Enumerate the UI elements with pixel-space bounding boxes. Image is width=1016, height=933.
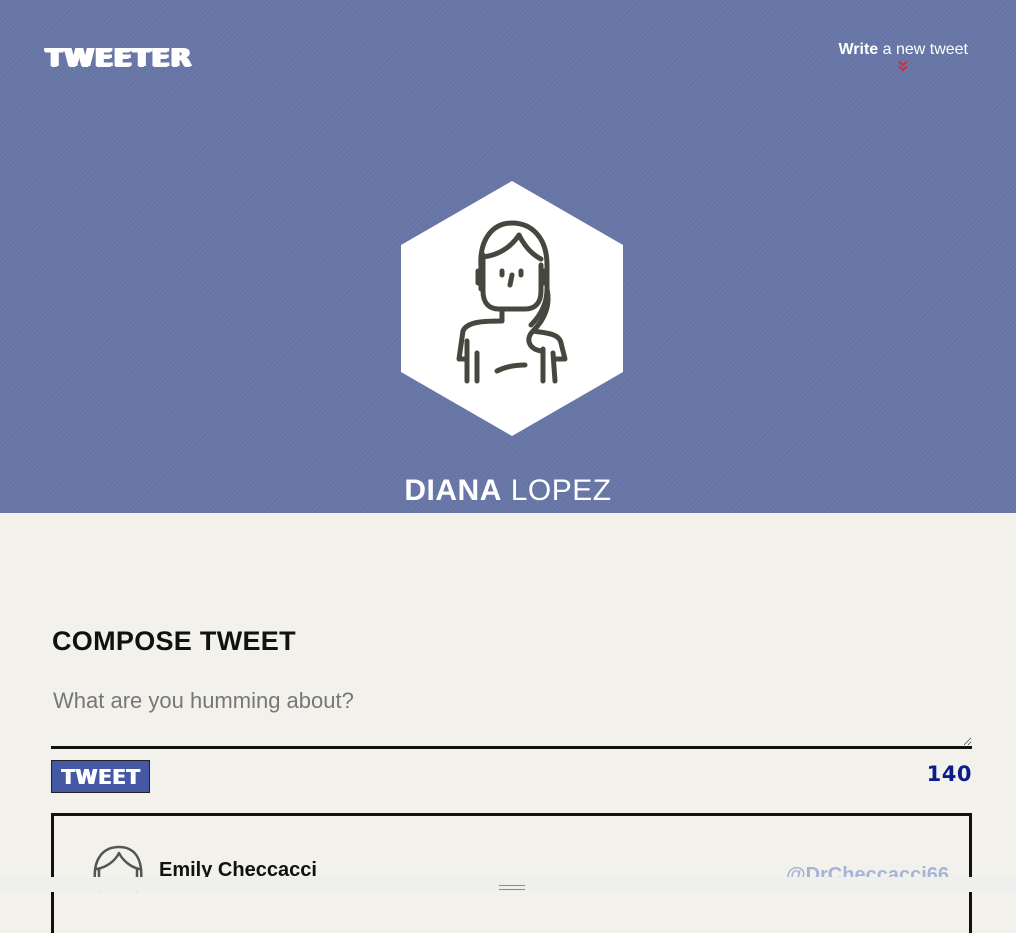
app-logo[interactable]: TWEETER xyxy=(45,44,191,73)
profile-last-name: LOPEZ xyxy=(510,474,612,507)
write-tweet-label-bold: Write xyxy=(838,41,879,58)
drag-handle-icon[interactable] xyxy=(499,885,525,890)
profile-name: DIANA LOPEZ xyxy=(0,474,1016,508)
man-avatar-icon xyxy=(93,845,143,893)
write-tweet-toggle[interactable]: Write a new tweet xyxy=(838,41,968,72)
bottom-resize-bar xyxy=(0,877,1016,892)
write-tweet-label-rest: a new tweet xyxy=(878,41,968,58)
double-chevron-down-icon[interactable] xyxy=(896,60,910,72)
tweet-input[interactable] xyxy=(51,688,972,749)
tweet-button[interactable]: TWEET xyxy=(51,760,150,793)
profile-avatar xyxy=(401,181,623,436)
char-counter: 140 xyxy=(926,762,972,786)
profile-header: TWEETER Write a new tweet DIANA LOPEZ xyxy=(0,0,1016,513)
profile-first-name: DIANA xyxy=(404,474,502,507)
compose-title: COMPOSE TWEET xyxy=(52,626,296,656)
write-tweet-label[interactable]: Write a new tweet xyxy=(838,41,968,59)
tweet-card: Emily Checcacci @DrCheccacci66 xyxy=(51,813,972,933)
